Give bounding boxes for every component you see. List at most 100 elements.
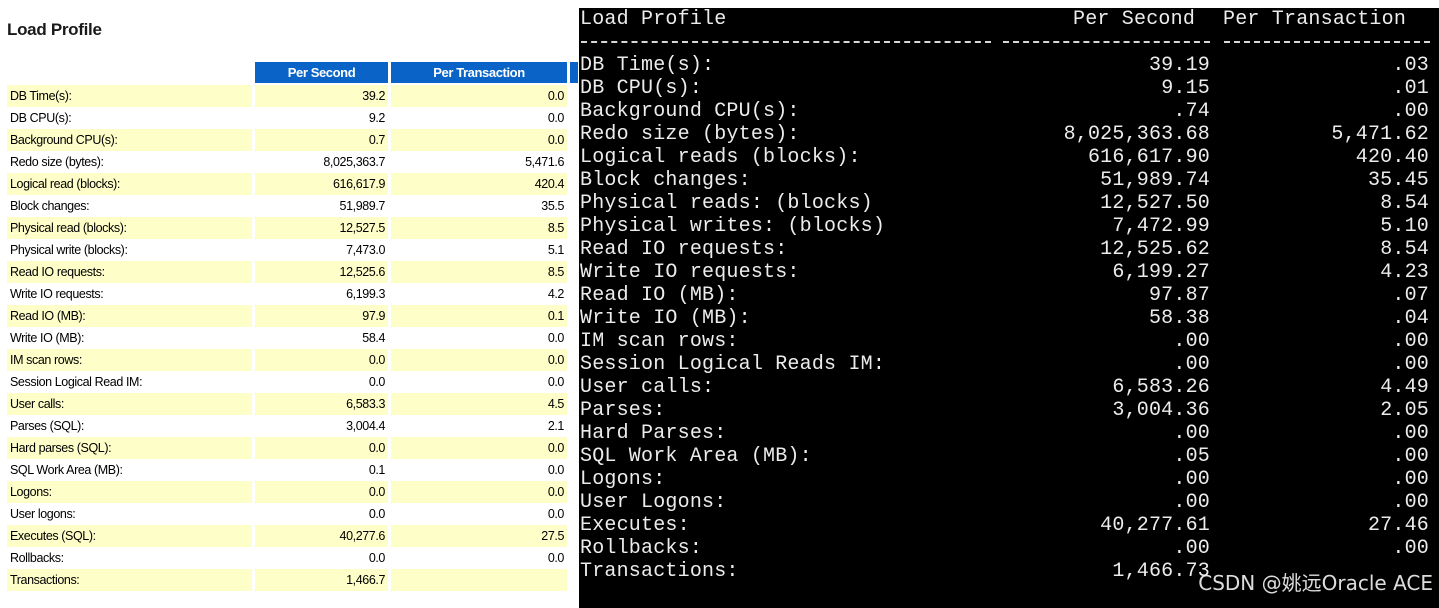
text-header-row: Load Profile Per Second Per Transaction bbox=[579, 8, 1439, 31]
text-report-line: Block changes: 51,989.74 35.45 bbox=[579, 169, 1439, 192]
table-row: Block changes: 51,989.7 35.5 bbox=[7, 195, 579, 217]
text-metric-name: Logical reads (blocks): bbox=[580, 146, 861, 169]
text-per-transaction: 8.54 bbox=[1380, 192, 1429, 215]
per-second-cell: 6,583.3 bbox=[255, 393, 388, 415]
table-row: Physical write (blocks): 7,473.0 5.1 bbox=[7, 239, 579, 261]
table-row: Physical read (blocks): 12,527.5 8.5 bbox=[7, 217, 579, 239]
table-row: Logons: 0.0 0.0 bbox=[7, 481, 579, 503]
per-transaction-cell: 5.1 bbox=[391, 239, 567, 261]
text-report-line: Physical writes: (blocks) 7,472.99 5.10 bbox=[579, 215, 1439, 238]
html-report-panel: Load Profile Per Second Per Transaction … bbox=[0, 0, 579, 608]
metric-name-cell: User logons: bbox=[7, 503, 252, 525]
metric-name-cell: Parses (SQL): bbox=[7, 415, 252, 437]
text-per-transaction: 5.10 bbox=[1380, 215, 1429, 238]
metric-name-cell: Hard parses (SQL): bbox=[7, 437, 252, 459]
per-second-cell: 7,473.0 bbox=[255, 239, 388, 261]
text-metric-name: Rollbacks: bbox=[580, 537, 703, 560]
text-per-second: .00 bbox=[1173, 330, 1210, 353]
text-per-second: 40,277.61 bbox=[1100, 514, 1210, 537]
text-report-line: Physical reads: (blocks) 12,527.50 8.54 bbox=[579, 192, 1439, 215]
html-report-title: Load Profile bbox=[7, 20, 102, 39]
per-transaction-cell bbox=[391, 569, 567, 591]
text-per-transaction: .00 bbox=[1392, 468, 1429, 491]
text-report-line: SQL Work Area (MB): .05 .00 bbox=[579, 445, 1439, 468]
metric-name-cell: SQL Work Area (MB): bbox=[7, 459, 252, 481]
separator-dashes-per-second bbox=[1003, 41, 1210, 43]
text-per-second: 6,583.26 bbox=[1112, 376, 1210, 399]
metric-name-cell: Transactions: bbox=[7, 569, 252, 591]
table-row: Parses (SQL): 3,004.4 2.1 bbox=[7, 415, 579, 437]
per-second-cell: 3,004.4 bbox=[255, 415, 388, 437]
text-report-line: User Logons: .00 .00 bbox=[579, 491, 1439, 514]
text-report-panel: Load Profile Per Second Per Transaction … bbox=[579, 8, 1439, 608]
table-row: Session Logical Read IM: 0.0 0.0 bbox=[7, 371, 579, 393]
header-per-transaction: Per Transaction bbox=[391, 62, 567, 83]
per-transaction-cell: 0.0 bbox=[391, 85, 567, 107]
table-row: Transactions: 1,466.7 bbox=[7, 569, 579, 591]
per-transaction-cell: 35.5 bbox=[391, 195, 567, 217]
metric-name-cell: Logical read (blocks): bbox=[7, 173, 252, 195]
text-report-line: Write IO requests: 6,199.27 4.23 bbox=[579, 261, 1439, 284]
text-per-transaction: .00 bbox=[1392, 100, 1429, 123]
separator-dashes-name bbox=[581, 41, 991, 43]
text-per-transaction: 5,471.62 bbox=[1331, 123, 1429, 146]
text-metric-name: Parses: bbox=[580, 399, 666, 422]
text-per-second: 8,025,363.68 bbox=[1063, 123, 1210, 146]
text-report-line: Redo size (bytes): 8,025,363.68 5,471.62 bbox=[579, 123, 1439, 146]
text-per-second: 616,617.90 bbox=[1087, 146, 1210, 169]
per-transaction-cell: 4.5 bbox=[391, 393, 567, 415]
metric-name-cell: Block changes: bbox=[7, 195, 252, 217]
text-metric-name: Block changes: bbox=[580, 169, 751, 192]
metric-name-cell: Rollbacks: bbox=[7, 547, 252, 569]
per-transaction-cell: 8.5 bbox=[391, 217, 567, 239]
text-per-second: .00 bbox=[1173, 537, 1210, 560]
text-per-transaction: .07 bbox=[1392, 284, 1429, 307]
table-row: SQL Work Area (MB): 0.1 0.0 bbox=[7, 459, 579, 481]
header-per-second: Per Second bbox=[255, 62, 388, 83]
text-per-second: .00 bbox=[1173, 468, 1210, 491]
header-tail-cell bbox=[570, 62, 578, 83]
text-per-transaction: 4.49 bbox=[1380, 376, 1429, 399]
per-second-cell: 12,525.6 bbox=[255, 261, 388, 283]
text-report-line: Session Logical Reads IM: .00 .00 bbox=[579, 353, 1439, 376]
per-second-cell: 0.0 bbox=[255, 437, 388, 459]
table-row: Logical read (blocks): 616,617.9 420.4 bbox=[7, 173, 579, 195]
csdn-watermark: CSDN @姚远Oracle ACE bbox=[1198, 571, 1433, 595]
metric-name-cell: Physical write (blocks): bbox=[7, 239, 252, 261]
text-per-second: 7,472.99 bbox=[1112, 215, 1210, 238]
text-metric-name: Hard Parses: bbox=[580, 422, 727, 445]
per-transaction-cell: 0.0 bbox=[391, 129, 567, 151]
metric-name-cell: Write IO (MB): bbox=[7, 327, 252, 349]
per-second-cell: 97.9 bbox=[255, 305, 388, 327]
text-per-second: .00 bbox=[1173, 491, 1210, 514]
metric-name-cell: Background CPU(s): bbox=[7, 129, 252, 151]
text-per-transaction: .00 bbox=[1392, 353, 1429, 376]
text-separator-row bbox=[579, 31, 1439, 54]
text-per-transaction: .00 bbox=[1392, 422, 1429, 445]
text-per-transaction: 8.54 bbox=[1380, 238, 1429, 261]
per-transaction-cell: 0.0 bbox=[391, 371, 567, 393]
per-transaction-cell: 27.5 bbox=[391, 525, 567, 547]
table-row: Executes (SQL): 40,277.6 27.5 bbox=[7, 525, 579, 547]
text-metric-name: DB Time(s): bbox=[580, 54, 715, 77]
text-metric-name: Background CPU(s): bbox=[580, 100, 800, 123]
per-transaction-cell: 0.0 bbox=[391, 547, 567, 569]
text-metric-name: SQL Work Area (MB): bbox=[580, 445, 812, 468]
metric-name-cell: DB CPU(s): bbox=[7, 107, 252, 129]
text-report-line: Write IO (MB): 58.38 .04 bbox=[579, 307, 1439, 330]
html-load-profile-table: Per Second Per Transaction DB Time(s): 39… bbox=[7, 62, 579, 591]
text-report-line: Read IO (MB): 97.87 .07 bbox=[579, 284, 1439, 307]
text-per-transaction: .01 bbox=[1392, 77, 1429, 100]
table-row: Hard parses (SQL): 0.0 0.0 bbox=[7, 437, 579, 459]
text-per-second: .74 bbox=[1173, 100, 1210, 123]
per-second-cell: 39.2 bbox=[255, 85, 388, 107]
per-second-cell: 40,277.6 bbox=[255, 525, 388, 547]
table-row: Write IO (MB): 58.4 0.0 bbox=[7, 327, 579, 349]
per-second-cell: 8,025,363.7 bbox=[255, 151, 388, 173]
table-row: Read IO (MB): 97.9 0.1 bbox=[7, 305, 579, 327]
html-table-header-row: Per Second Per Transaction bbox=[7, 62, 579, 83]
per-transaction-cell: 0.1 bbox=[391, 305, 567, 327]
text-report-line: Logical reads (blocks): 616,617.90 420.40 bbox=[579, 146, 1439, 169]
text-per-transaction: .04 bbox=[1392, 307, 1429, 330]
text-per-transaction: .00 bbox=[1392, 537, 1429, 560]
